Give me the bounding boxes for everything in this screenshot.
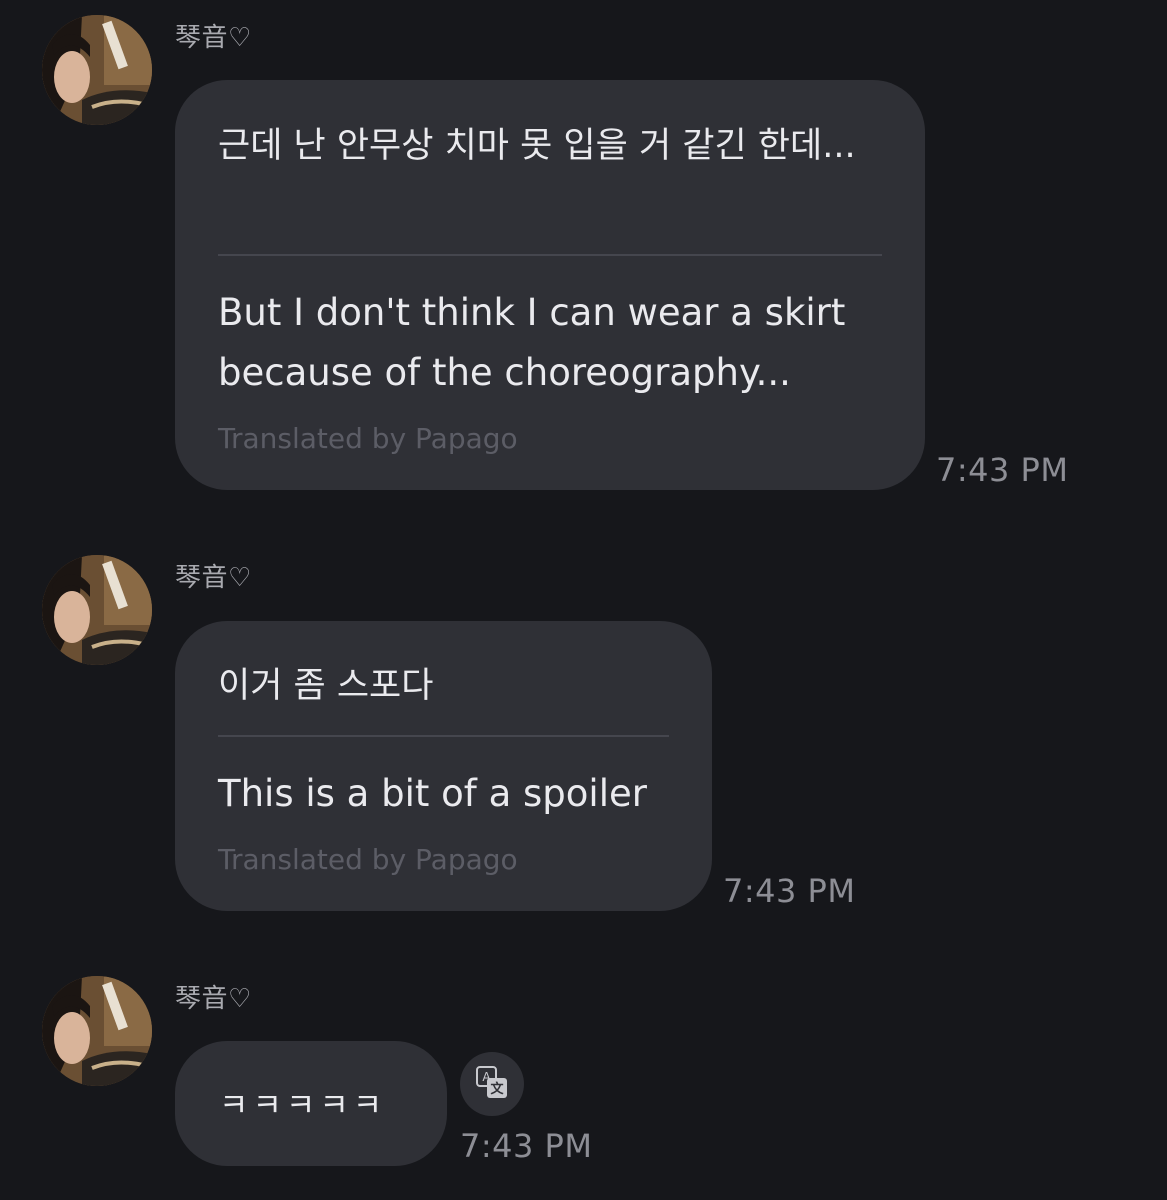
- original-message-text: 이거 좀 스포다: [218, 666, 434, 706]
- translated-message-text: This is a bit of a spoiler: [218, 772, 647, 815]
- translation-credit: Translated by Papago: [218, 843, 518, 876]
- original-message-text: 근데 난 안무상 치마 못 입을 거 같긴 한데...: [218, 126, 856, 166]
- avatar[interactable]: [42, 976, 152, 1086]
- avatar[interactable]: [42, 555, 152, 665]
- message-bubble[interactable]: 근데 난 안무상 치마 못 입을 거 같긴 한데... But I don't …: [175, 80, 925, 490]
- translation-credit: Translated by Papago: [218, 422, 518, 455]
- translate-button[interactable]: A 文: [460, 1052, 524, 1116]
- message-timestamp: 7:43 PM: [936, 451, 1069, 489]
- original-message-text: ㅋㅋㅋㅋㅋ: [219, 1086, 387, 1124]
- svg-text:文: 文: [490, 1081, 504, 1097]
- sender-name: 琴音♡: [175, 23, 252, 53]
- message-bubble[interactable]: ㅋㅋㅋㅋㅋ: [175, 1041, 447, 1166]
- message-bubble[interactable]: 이거 좀 스포다 This is a bit of a spoiler Tran…: [175, 621, 712, 911]
- translation-divider: [218, 254, 882, 256]
- translation-divider: [218, 735, 669, 737]
- translated-message-text: But I don't think I can wear a skirt bec…: [218, 291, 846, 394]
- translate-icon: A 文: [476, 1066, 507, 1098]
- message-timestamp: 7:43 PM: [723, 872, 856, 910]
- avatar[interactable]: [42, 15, 152, 125]
- message-timestamp: 7:43 PM: [460, 1127, 593, 1165]
- sender-name: 琴音♡: [175, 563, 252, 593]
- sender-name: 琴音♡: [175, 984, 252, 1014]
